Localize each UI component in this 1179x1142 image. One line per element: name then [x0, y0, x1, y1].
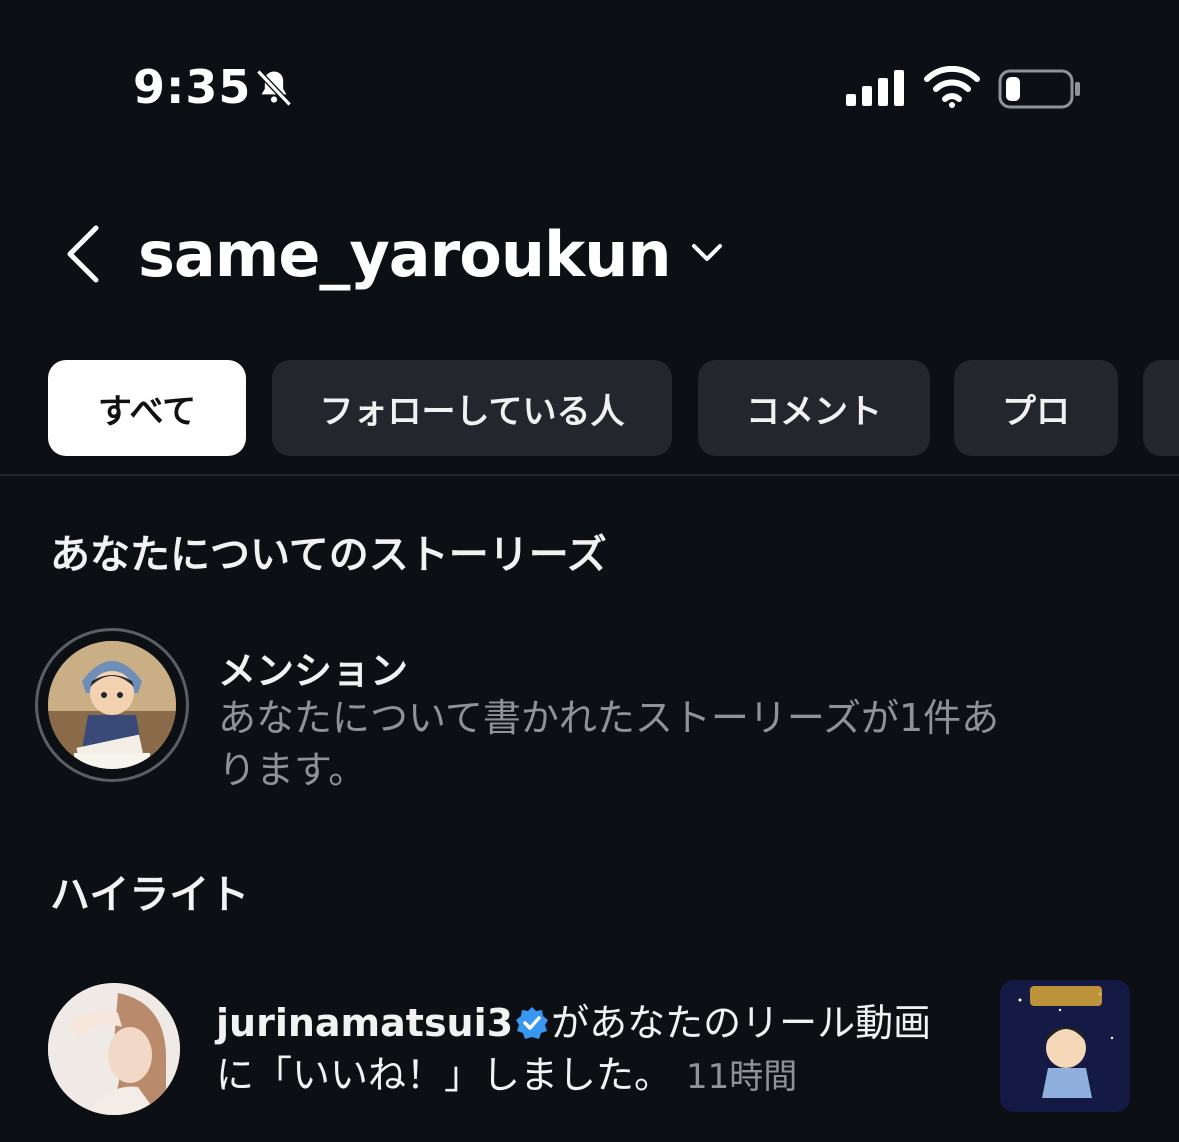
stories-section-title: あなたについてのストーリーズ	[50, 532, 607, 578]
notification-text: jurinamatsui3 があなたのリール動画に「いいね！」しました。 11時間	[216, 997, 956, 1103]
mention-story-row[interactable]: メンション あなたについて書かれたストーリーズが1件あります。	[0, 620, 1179, 800]
verified-badge-icon	[516, 1007, 549, 1039]
highlights-section-title: ハイライト	[50, 872, 250, 918]
filter-tabs: すべて フォローしている人 コメント プロ	[48, 360, 1179, 458]
notification-username[interactable]: jurinamatsui3	[216, 1001, 513, 1045]
tab-more[interactable]	[1143, 360, 1179, 456]
chevron-down-icon[interactable]	[690, 242, 724, 264]
status-bar: 9:35	[0, 0, 1179, 180]
divider	[0, 474, 1179, 476]
cellular-signal-icon	[846, 70, 904, 106]
account-username[interactable]: same_yaroukun	[138, 218, 671, 291]
cartoon-boy-illustration	[48, 641, 176, 769]
back-chevron-icon[interactable]	[60, 222, 108, 286]
bell-slash-icon	[256, 69, 292, 107]
reel-thumbnail[interactable]	[1000, 980, 1130, 1112]
header: same_yaroukun	[0, 200, 1179, 310]
reel-preview-image	[1000, 980, 1130, 1112]
story-ring[interactable]	[35, 628, 189, 782]
mention-description: あなたについて書かれたストーリーズが1件あります。	[218, 696, 1000, 792]
profile-photo	[48, 983, 180, 1115]
like-notification-row[interactable]: jurinamatsui3 があなたのリール動画に「いいね！」しました。 11時間	[0, 975, 1179, 1115]
battery-icon	[998, 69, 1080, 109]
user-avatar[interactable]	[48, 983, 180, 1115]
tab-comments[interactable]: コメント	[698, 360, 930, 456]
tab-all[interactable]: すべて	[48, 360, 246, 456]
notification-time: 11時間	[686, 1057, 798, 1097]
tab-following[interactable]: フォローしている人	[272, 360, 672, 456]
mention-title: メンション	[218, 649, 409, 693]
wifi-icon	[924, 66, 980, 108]
tab-pro[interactable]: プロ	[954, 360, 1118, 456]
mention-story-avatar	[48, 641, 176, 769]
status-time: 9:35	[133, 60, 252, 114]
